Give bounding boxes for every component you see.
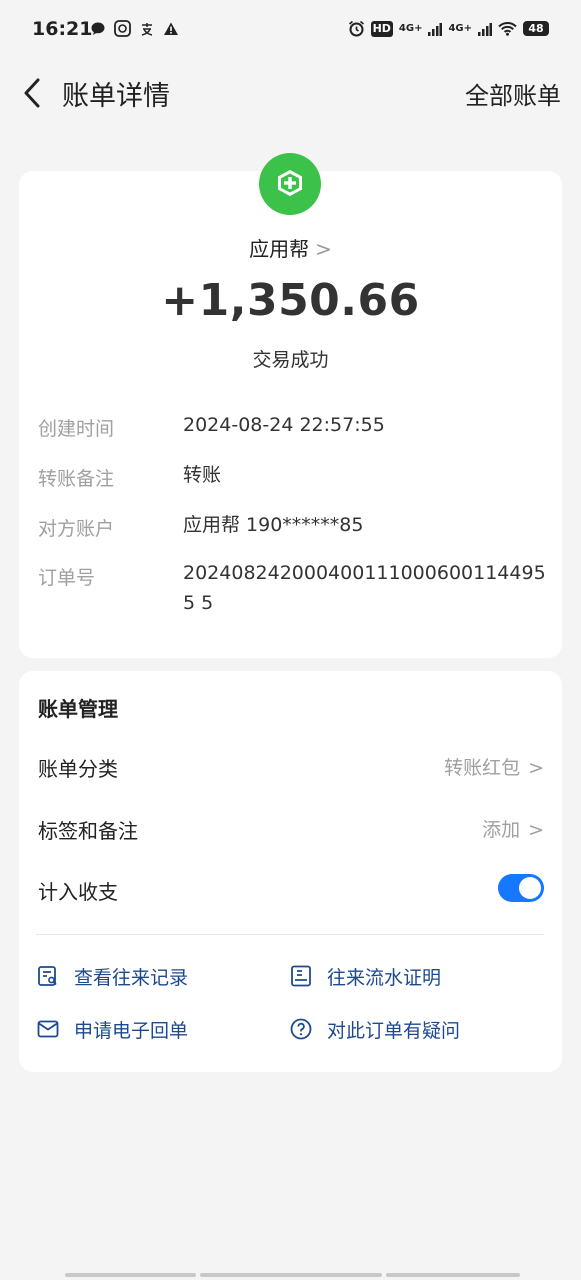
- detail-label: 对方账户: [38, 518, 115, 540]
- statement-proof-link[interactable]: 往来流水证明: [289, 962, 441, 990]
- status-bar: 16:21 HD 4G+ 4G+ 48: [0, 0, 581, 62]
- mail-icon: [37, 1020, 59, 1038]
- app-header: 账单详情 全部账单: [0, 62, 581, 124]
- detail-label: 订单号: [38, 567, 96, 589]
- system-icons: HD 4G+ 4G+ 48: [348, 20, 549, 37]
- question-icon: [290, 1018, 312, 1040]
- detail-label: 转账备注: [38, 468, 115, 490]
- back-arrow-icon[interactable]: [20, 76, 48, 110]
- signal-icon: [428, 22, 443, 36]
- alipay-icon: [141, 22, 153, 36]
- bill-category-row[interactable]: 账单分类 转账红包 >: [38, 753, 544, 783]
- wifi-icon: [498, 22, 517, 36]
- bill-management-card: 账单管理 账单分类 转账红包 > 标签和备注 添加 > 计入收支 查看往来记录 往来…: [19, 671, 562, 1072]
- warning-icon: [164, 22, 178, 35]
- detail-value: 2024082420004001110006001144955 5: [183, 562, 546, 614]
- network-label-1: 4G+: [398, 22, 423, 34]
- app-icon: [114, 20, 131, 37]
- link-label: 查看往来记录: [74, 966, 189, 989]
- chevron-right-icon: >: [528, 819, 544, 841]
- statement-icon: [291, 965, 311, 987]
- merchant-name-link[interactable]: 应用帮 >: [19, 233, 562, 262]
- gesture-bar: [65, 1273, 520, 1277]
- gesture-bar-segment: [200, 1273, 382, 1277]
- detail-value: 2024-08-24 22:57:55: [183, 414, 385, 436]
- battery-icon: 48: [523, 21, 549, 36]
- signal-icon: [478, 22, 492, 36]
- transaction-amount: +1,350.66: [161, 275, 420, 326]
- link-label: 往来流水证明: [327, 966, 442, 989]
- hd-icon: HD: [370, 20, 393, 37]
- transaction-card: 应用帮 > +1,350.66 交易成功 创建时间 2024-08-24 22:5…: [19, 153, 562, 658]
- notification-icons: [90, 20, 179, 37]
- count-in-budget-row: 计入收支: [38, 874, 544, 906]
- record-search-icon: [38, 966, 57, 986]
- row-value: 转账红包 >: [444, 753, 544, 780]
- row-label: 标签和备注: [38, 819, 138, 843]
- transaction-status: 交易成功: [252, 349, 329, 371]
- detail-label: 创建时间: [38, 418, 115, 440]
- shield-plus-icon: [278, 170, 302, 196]
- section-title: 账单管理: [38, 697, 118, 721]
- link-label: 申请电子回单: [74, 1019, 189, 1042]
- divider: [36, 934, 544, 935]
- row-label: 计入收支: [38, 880, 118, 904]
- message-icon: [91, 22, 105, 35]
- order-question-link[interactable]: 对此订单有疑问: [289, 1015, 460, 1043]
- merchant-name: 应用帮: [249, 237, 310, 261]
- network-label-2: 4G+: [448, 22, 472, 34]
- detail-value: 应用帮 190******85: [183, 514, 364, 536]
- chevron-right-icon: >: [315, 237, 332, 261]
- merchant-logo: [259, 153, 321, 215]
- view-records-link[interactable]: 查看往来记录: [36, 962, 188, 990]
- e-receipt-link[interactable]: 申请电子回单: [36, 1015, 188, 1043]
- detail-value: 转账: [183, 464, 222, 486]
- status-time: 16:21: [32, 18, 93, 40]
- row-label: 账单分类: [38, 757, 118, 781]
- toggle-knob: [519, 877, 541, 899]
- row-value: 添加 >: [482, 815, 544, 842]
- gesture-bar-segment: [386, 1273, 520, 1277]
- chevron-right-icon: >: [528, 757, 544, 779]
- count-in-budget-toggle[interactable]: [498, 874, 544, 902]
- tags-value: 添加: [482, 819, 521, 841]
- page-title: 账单详情: [62, 81, 170, 112]
- alarm-icon: [348, 20, 364, 37]
- gesture-bar-segment: [65, 1273, 196, 1277]
- tags-notes-row[interactable]: 标签和备注 添加 >: [38, 815, 544, 845]
- link-label: 对此订单有疑问: [327, 1019, 461, 1042]
- all-bills-link[interactable]: 全部账单: [465, 76, 561, 111]
- category-value: 转账红包: [444, 757, 521, 779]
